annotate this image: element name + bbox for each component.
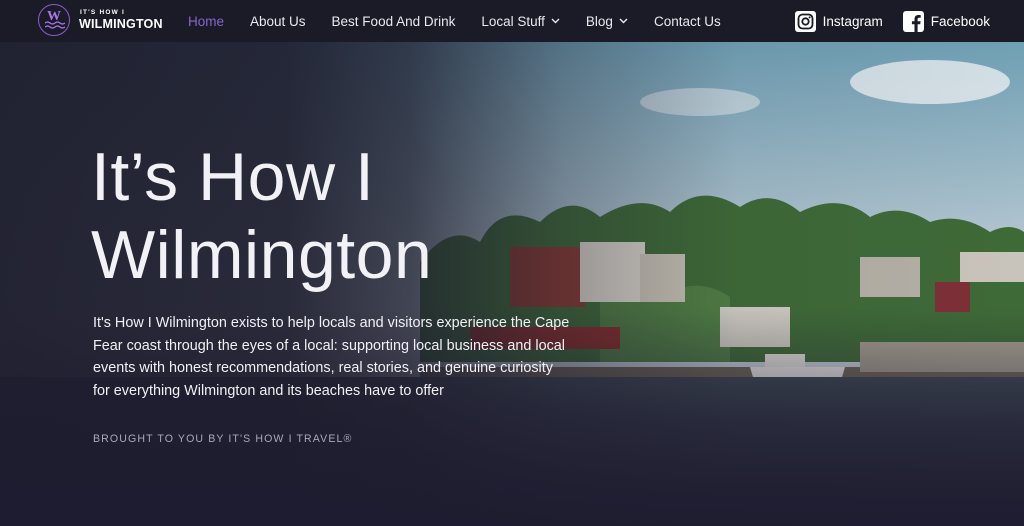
site-logo[interactable]: W IT'S HOW I WILMINGTON xyxy=(38,4,163,36)
facebook-icon xyxy=(902,10,924,32)
nav-item-label: Best Food And Drink xyxy=(331,13,456,29)
nav-item-contact-us[interactable]: Contact Us xyxy=(654,14,721,29)
logo-tagline: IT'S HOW I xyxy=(80,8,125,16)
nav-item-about-us[interactable]: About Us xyxy=(250,14,306,29)
chevron-down-icon xyxy=(551,18,560,24)
nav-item-label: About Us xyxy=(250,13,306,29)
main-nav: Home About Us Best Food And Drink Local … xyxy=(188,0,747,42)
wave-icon xyxy=(45,21,65,29)
logo-mark: W xyxy=(38,4,70,36)
hero-description: It's How I Wilmington exists to help loc… xyxy=(93,315,570,399)
instagram-link[interactable]: Instagram xyxy=(794,10,883,32)
logo-text: IT'S HOW I WILMINGTON xyxy=(79,8,163,31)
site-header: W IT'S HOW I WILMINGTON Home About Us Be… xyxy=(0,0,1024,42)
nav-item-label: Home xyxy=(188,13,225,29)
nav-item-label: Local Stuff xyxy=(481,13,545,29)
social-links: Instagram Facebook xyxy=(775,0,990,42)
nav-item-label: Contact Us xyxy=(653,13,721,29)
hero-section: It’s How I Wilmington It's How I Wilming… xyxy=(0,42,1024,526)
chevron-down-icon xyxy=(619,18,628,24)
nav-item-blog[interactable]: Blog xyxy=(586,14,628,29)
hero-credit: BROUGHT TO YOU BY IT'S HOW I TRAVEL® xyxy=(93,433,353,445)
logo-wordmark: WILMINGTON xyxy=(79,17,163,31)
hero-title-line1: It’s How I xyxy=(91,139,375,215)
nav-item-home[interactable]: Home xyxy=(188,14,224,29)
facebook-label: Facebook xyxy=(930,13,990,29)
facebook-link[interactable]: Facebook xyxy=(902,10,990,32)
instagram-label: Instagram xyxy=(822,13,883,29)
hero-title-line2: Wilmington xyxy=(91,217,433,293)
hero-title: It’s How I Wilmington xyxy=(91,138,651,294)
nav-item-best-food-and-drink[interactable]: Best Food And Drink xyxy=(332,14,456,29)
instagram-icon xyxy=(794,10,816,32)
nav-item-local-stuff[interactable]: Local Stuff xyxy=(481,14,560,29)
nav-item-label: Blog xyxy=(585,13,613,29)
